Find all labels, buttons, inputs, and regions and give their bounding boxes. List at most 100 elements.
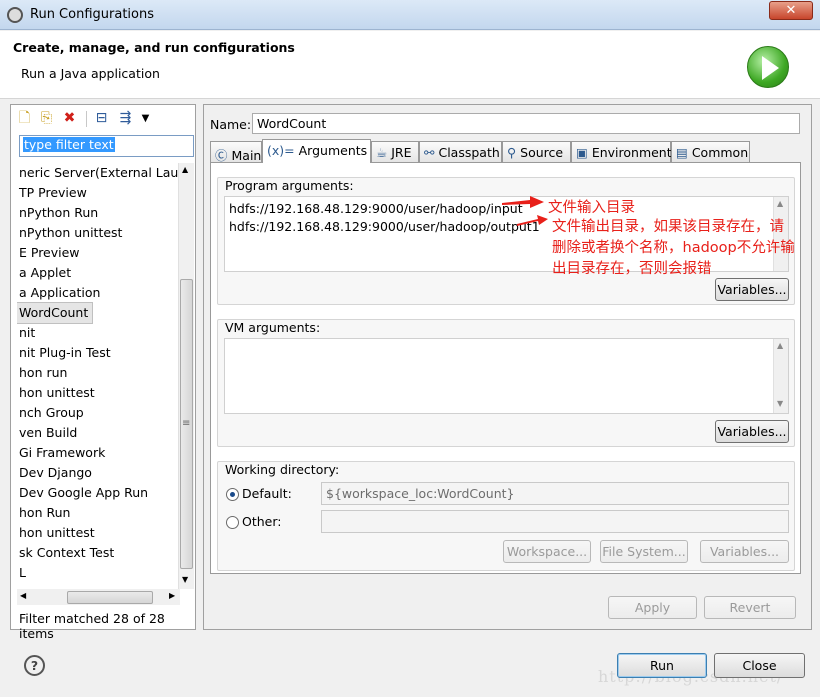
input-arrow-icon [502, 196, 544, 208]
tree-item[interactable]: a Applet [17, 263, 180, 283]
tree-item[interactable]: hon run [17, 363, 180, 383]
input-annotation: 文件输入目录 [548, 200, 635, 216]
default-radio[interactable] [226, 488, 239, 501]
tab-label: JRE [391, 145, 412, 160]
tree-item[interactable]: nPython unittest [17, 223, 180, 243]
tree-item[interactable]: hon unittest [17, 523, 180, 543]
horizontal-scroll-thumb[interactable] [67, 591, 153, 604]
collapse-all-icon[interactable]: ⊟ [93, 110, 110, 127]
tree-item[interactable]: Dev Google App Run [17, 483, 180, 503]
close-window-button[interactable]: ✕ [769, 1, 813, 20]
tree-item[interactable]: E Preview [17, 243, 180, 263]
close-button[interactable]: Close [714, 653, 805, 678]
default-label: Default: [242, 486, 292, 501]
other-dir-field [321, 510, 789, 533]
tree-item[interactable]: hon unittest [17, 383, 180, 403]
default-dir-field: ${workspace_loc:WordCount} [321, 482, 789, 505]
header-subtitle: Run a Java application [21, 66, 160, 81]
source-tab-icon: ⚲ [507, 145, 517, 160]
filter-input[interactable]: type filter text [19, 135, 194, 157]
common-tab-icon: ▤ [676, 145, 688, 160]
tree-horizontal-scrollbar[interactable]: ◀ ▶ [17, 589, 180, 605]
tree-item[interactable]: nPython Run [17, 203, 180, 223]
revert-button[interactable]: Revert [704, 596, 796, 619]
vm-args-textarea[interactable] [224, 338, 789, 414]
vm-args-variables-button[interactable]: Variables... [715, 420, 789, 443]
tab-environment[interactable]: ▣ Environment [571, 141, 672, 163]
window-title: Run Configurations [30, 7, 154, 22]
workspace-button[interactable]: Workspace... [503, 540, 591, 563]
tree-vertical-scrollbar[interactable]: ▲ ≡ ▼ [178, 163, 194, 589]
classpath-tab-icon: ⚯ [424, 145, 435, 160]
title-bar: Run Configurations ✕ [0, 0, 820, 30]
output-annotation-line: 出目录存在，否则会报错 [552, 261, 712, 277]
dialog-header: Create, manage, and run configurations R… [0, 31, 820, 99]
scroll-thumb[interactable]: ≡ [180, 279, 193, 569]
tree-item[interactable]: sk Context Test [17, 543, 180, 563]
tree-item[interactable]: ven Build [17, 423, 180, 443]
tab-source[interactable]: ⚲ Source [502, 141, 571, 163]
name-input[interactable]: WordCount [252, 113, 800, 134]
program-args-label: Program arguments: [225, 178, 354, 193]
tree-item[interactable]: Gi Framework [17, 443, 180, 463]
tree-item[interactable]: hon Run [17, 503, 180, 523]
app-icon [7, 7, 23, 23]
tree-item[interactable]: nch Group [17, 403, 180, 423]
other-radio[interactable] [226, 516, 239, 529]
tree-item[interactable]: nit [17, 323, 180, 343]
tree-item[interactable]: TP Preview [17, 183, 180, 203]
delete-icon[interactable]: ✖ [61, 110, 78, 127]
vm-args-scrollbar[interactable]: ▲ ▼ [773, 339, 788, 413]
program-arg-line: hdfs://192.168.48.129:9000/user/hadoop/o… [229, 219, 540, 234]
scroll-up-icon[interactable]: ▲ [182, 165, 188, 174]
grip-icon: ≡ [182, 418, 191, 429]
new-config-icon[interactable]: 🗋 [16, 110, 33, 127]
apply-button[interactable]: Apply [608, 596, 697, 619]
tree-item[interactable]: nit Plug-in Test [17, 343, 180, 363]
working-dir-variables-button[interactable]: Variables... [700, 540, 789, 563]
working-directory-group: Working directory: Default: ${workspace_… [217, 461, 795, 571]
tab-classpath[interactable]: ⚯ Classpath [419, 141, 502, 163]
config-tree[interactable]: neric Server(External LaunchTP PreviewnP… [17, 163, 180, 589]
tab-main[interactable]: Ⓒ Main [210, 141, 262, 163]
main-tab-icon: Ⓒ [215, 148, 228, 163]
arguments-tab-icon: (x)= [267, 143, 295, 158]
tree-item[interactable]: L [17, 563, 180, 583]
tab-label: Source [520, 145, 564, 160]
help-icon[interactable]: ? [24, 655, 45, 676]
duplicate-icon[interactable]: ⎘ [38, 110, 55, 127]
filter-status: Filter matched 28 of 28 items [19, 611, 165, 641]
scroll-left-icon[interactable]: ◀ [20, 591, 26, 600]
run-button[interactable]: Run [617, 653, 707, 678]
scroll-right-icon[interactable]: ▶ [169, 591, 175, 600]
output-annotation-line: 文件输出目录，如果该目录存在，请 [552, 219, 784, 235]
tree-item[interactable]: neric Server(External Launch [17, 163, 180, 183]
tree-item[interactable]: Dev Django [17, 463, 180, 483]
tab-common[interactable]: ▤ Common [671, 141, 750, 163]
output-arrow-icon [517, 215, 548, 226]
tree-item[interactable]: WordCount [17, 302, 94, 324]
program-arg-line: hdfs://192.168.48.129:9000/user/hadoop/i… [229, 201, 523, 216]
program-args-variables-button[interactable]: Variables... [715, 278, 789, 301]
scroll-up-icon[interactable]: ▲ [777, 341, 783, 350]
tab-label: Arguments [298, 143, 368, 158]
scroll-down-icon[interactable]: ▼ [182, 575, 188, 584]
output-annotation: 文件输出目录，如果该目录存在，请 删除或者换个名称，hadoop不允许输 出目录… [552, 217, 795, 280]
tab-arguments[interactable]: (x)= Arguments [262, 139, 371, 163]
tab-jre[interactable]: ☕ JRE [371, 141, 419, 163]
output-annotation-line: 删除或者换个名称，hadoop不允许输 [552, 240, 795, 256]
name-label: Name: [210, 117, 252, 132]
environment-tab-icon: ▣ [576, 145, 588, 160]
tab-label: Classpath [438, 145, 500, 160]
filter-text: type filter text [23, 137, 115, 152]
file-system-button[interactable]: File System... [600, 540, 688, 563]
filter-icon[interactable]: ⇶ [117, 110, 134, 127]
working-dir-label: Working directory: [225, 462, 340, 477]
jre-tab-icon: ☕ [376, 145, 388, 160]
config-list-panel: 🗋 ⎘ ✖ ⊟ ⇶ ▼ type filter text neric Serve… [10, 104, 196, 641]
scroll-down-icon[interactable]: ▼ [777, 399, 783, 408]
toolbar-divider [86, 111, 87, 127]
menu-dropdown-icon[interactable]: ▼ [137, 110, 154, 127]
scroll-up-icon[interactable]: ▲ [777, 199, 783, 208]
tree-item[interactable]: a Application [17, 283, 180, 303]
